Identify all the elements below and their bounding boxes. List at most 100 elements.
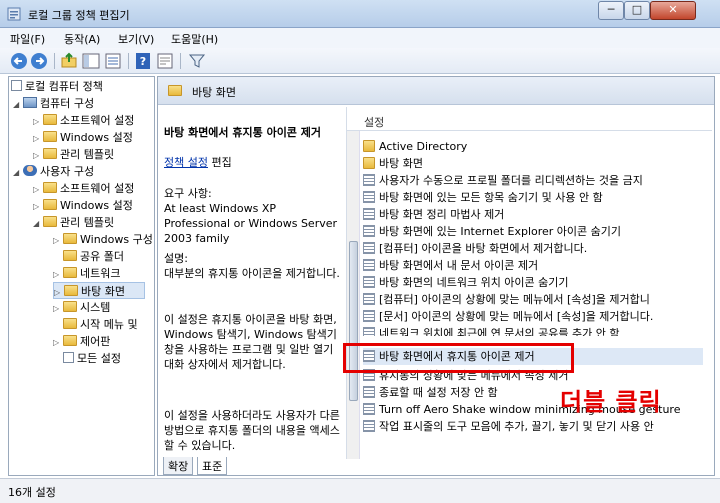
list-item-policy[interactable]: [컴퓨터] 아이콘을 바탕 화면에서 제거합니다. [363, 240, 703, 257]
tree-item-label: 네트워크 [80, 267, 121, 280]
expand-arrow-icon[interactable]: ▷ [53, 300, 63, 317]
back-arrow-icon[interactable] [10, 52, 28, 70]
list-item-label: 작업 표시줄의 도구 모음에 추가, 끌기, 놓기 및 닫기 사용 안 [379, 420, 654, 433]
folder-icon [43, 182, 57, 193]
folder-icon [63, 335, 77, 346]
list-item-policy[interactable]: 사용자가 수동으로 프로필 폴더를 리디렉션하는 것을 금지 [363, 172, 703, 189]
list-item-policy[interactable]: 바탕 화면의 네트워크 위치 아이콘 숨기기 [363, 274, 703, 291]
close-button[interactable]: ✕ [650, 1, 696, 20]
folder-icon [63, 250, 77, 261]
annotation-label: 더블 클릭 [560, 388, 662, 416]
scrollbar-thumb[interactable] [349, 241, 358, 401]
expand-arrow-icon[interactable]: ▷ [53, 334, 63, 351]
list-item-label: 사용자가 수동으로 프로필 폴더를 리디렉션하는 것을 금지 [379, 174, 643, 187]
description-text: 설명: 대부분의 휴지통 아이콘을 제거합니다. [164, 252, 340, 280]
list-item-label: 바탕 화면의 네트워크 위치 아이콘 숨기기 [379, 276, 569, 289]
show-hide-tree-icon[interactable] [82, 52, 100, 70]
folder-icon [43, 148, 57, 159]
tree-item-local-computer-policy[interactable]: 로컬 컴퓨터 정책 [11, 78, 103, 95]
tab-standard[interactable]: 표준 [197, 457, 228, 475]
tree-item-label: 로컬 컴퓨터 정책 [25, 80, 103, 93]
tree-item-shared-folders[interactable]: 공유 폴더 [63, 248, 124, 265]
filter-icon[interactable] [188, 52, 206, 70]
expand-arrow-icon[interactable]: ▷ [33, 181, 43, 198]
list-item-label: 바탕 화면에 있는 모든 항목 숨기기 및 사용 안 함 [379, 191, 603, 204]
tree-item-all-settings[interactable]: 모든 설정 [63, 350, 121, 367]
up-folder-icon[interactable] [60, 52, 78, 70]
collapse-arrow-icon[interactable]: ◢ [13, 164, 23, 181]
tree-item-network[interactable]: ▷ 네트워크 [53, 265, 120, 282]
list-item-label: [컴퓨터] 아이콘의 상황에 맞는 메뉴에서 [속성]을 제거합니 [379, 293, 650, 306]
tree-item-admin-templates[interactable]: ▷ 관리 템플릿 [33, 146, 114, 163]
column-header-setting[interactable]: 설정 [347, 107, 712, 131]
computer-icon [23, 97, 37, 108]
list-item-policy[interactable]: 바탕 화면에 있는 모든 항목 숨기기 및 사용 안 함 [363, 189, 703, 206]
policy-setting-icon [363, 225, 375, 237]
expand-arrow-icon[interactable]: ▷ [33, 147, 43, 164]
menu-file[interactable]: 파일(F) [10, 31, 45, 47]
tree-item-label: Windows 구성 [80, 233, 153, 246]
policy-setting-icon [363, 259, 375, 271]
user-icon [23, 165, 37, 176]
expand-arrow-icon[interactable]: ▷ [33, 113, 43, 130]
list-item-label: 바탕 화면에 있는 Internet Explorer 아이콘 숨기기 [379, 225, 622, 238]
tree-item-computer-config[interactable]: ◢ 컴퓨터 구성 [13, 95, 94, 112]
folder-icon [63, 318, 77, 329]
menu-help[interactable]: 도움말(H) [171, 31, 218, 47]
tree-item-start-menu[interactable]: 시작 메뉴 및 [63, 316, 138, 333]
tree-pane[interactable]: 로컬 컴퓨터 정책 ◢ 컴퓨터 구성 ▷ 소프트웨어 설정 ▷ Windows 설정 … [8, 76, 155, 476]
tree-item-label: 시스템 [80, 301, 111, 314]
tree-item-admin-templates[interactable]: ◢ 관리 템플릿 [33, 214, 114, 231]
maximize-button[interactable]: □ [624, 1, 650, 20]
tree-item-windows-settings[interactable]: ▷ Windows 설정 [33, 197, 133, 214]
list-item-folder[interactable]: 바탕 화면 [363, 155, 703, 172]
tree-item-windows-settings[interactable]: ▷ Windows 설정 [33, 129, 133, 146]
forward-arrow-icon[interactable] [30, 52, 48, 70]
list-item-label: [문서] 아이콘의 상황에 맞는 메뉴에서 [속성]을 제거합니다. [379, 310, 654, 323]
expand-arrow-icon[interactable]: ▷ [33, 130, 43, 147]
list-item-policy[interactable]: 네트워크 위치에 최근에 연 문서의 공유를 추가 안 함 [363, 325, 703, 336]
expand-arrow-icon[interactable]: ▷ [33, 198, 43, 215]
folder-icon [363, 140, 375, 152]
expand-arrow-icon[interactable]: ▷ [53, 266, 63, 283]
list-item-label: 바탕 화면에서 내 문서 아이콘 제거 [379, 259, 539, 272]
list-item-policy[interactable]: [문서] 아이콘의 상황에 맞는 메뉴에서 [속성]을 제거합니다. [363, 308, 703, 325]
tree-item-software-settings[interactable]: ▷ 소프트웨어 설정 [33, 112, 134, 129]
tree-item-software-settings[interactable]: ▷ 소프트웨어 설정 [33, 180, 134, 197]
list-item-policy[interactable]: 작업 표시줄의 도구 모음에 추가, 끌기, 놓기 및 닫기 사용 안 [363, 418, 703, 435]
folder-icon [168, 85, 182, 96]
folder-icon [63, 301, 77, 312]
list-item-policy[interactable]: 바탕 화면에서 내 문서 아이콘 제거 [363, 257, 703, 274]
collapse-arrow-icon[interactable]: ◢ [33, 215, 43, 232]
edit-policy-link[interactable]: 정책 설정 [164, 156, 208, 169]
policy-icon [11, 80, 22, 91]
list-item-policy[interactable]: [컴퓨터] 아이콘의 상황에 맞는 메뉴에서 [속성]을 제거합니 [363, 291, 703, 308]
minimize-button[interactable]: ─ [598, 1, 624, 20]
list-item-policy[interactable]: 바탕 화면에 있는 Internet Explorer 아이콘 숨기기 [363, 223, 703, 240]
tree-item-windows-components[interactable]: ▷ Windows 구성 [53, 231, 153, 248]
tab-extended[interactable]: 확장 [163, 457, 194, 475]
tree-item-label: 관리 템플릿 [60, 216, 115, 229]
tree-item-system[interactable]: ▷ 시스템 [53, 299, 110, 316]
expand-arrow-icon[interactable]: ▷ [53, 232, 63, 249]
policy-setting-icon [363, 386, 375, 398]
folder-icon [63, 267, 77, 278]
export-list-icon[interactable] [104, 52, 122, 70]
tree-item-control-panel[interactable]: ▷ 제어판 [53, 333, 110, 350]
toolbar-separator [54, 53, 55, 69]
title-bar: 로컬 그룹 정책 편집기 ─ □ ✕ [0, 0, 720, 28]
tree-item-label: 컴퓨터 구성 [40, 97, 95, 110]
tree-item-desktop[interactable]: ▷ 바탕 화면 [53, 282, 145, 299]
list-item-folder[interactable]: Active Directory [363, 138, 703, 155]
collapse-arrow-icon[interactable]: ◢ [13, 96, 23, 113]
view-tabs: 확장 표준 [157, 457, 357, 476]
description-scrollbar[interactable] [347, 131, 360, 459]
menu-view[interactable]: 보기(V) [118, 31, 154, 47]
list-item-policy[interactable]: 바탕 화면 정리 마법사 제거 [363, 206, 703, 223]
properties-icon[interactable] [156, 52, 174, 70]
menu-action[interactable]: 동작(A) [64, 31, 100, 47]
status-text: 16개 설정 [8, 486, 56, 499]
help-icon[interactable]: ? [134, 52, 152, 70]
tree-item-label: 모든 설정 [77, 352, 121, 365]
tree-item-user-config[interactable]: ◢ 사용자 구성 [13, 163, 94, 180]
